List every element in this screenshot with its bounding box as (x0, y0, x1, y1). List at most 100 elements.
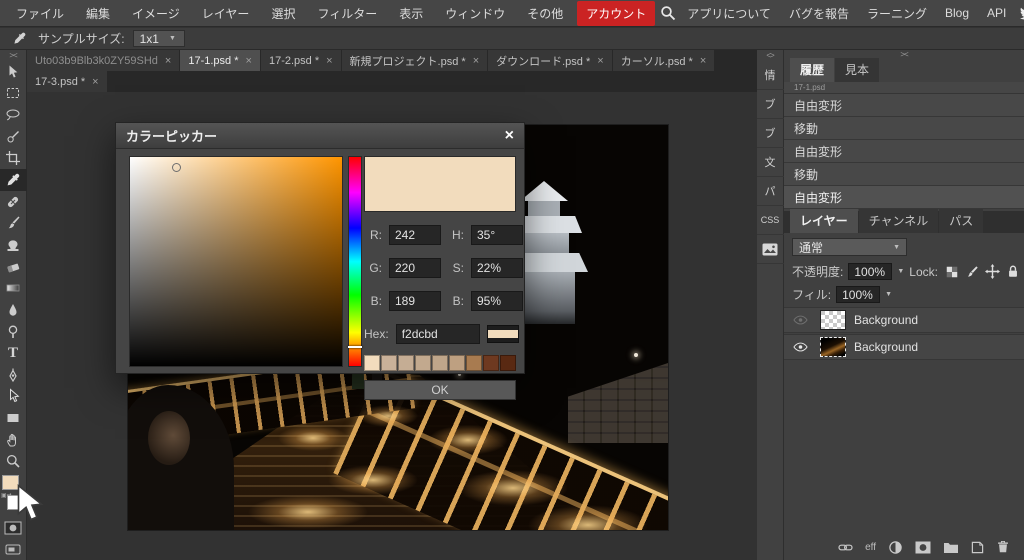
screen-mode-icon[interactable] (0, 538, 27, 560)
panel-brush-settings-tab[interactable]: ブ (757, 119, 784, 148)
close-icon[interactable]: × (92, 76, 98, 88)
recent-swatch[interactable] (381, 355, 397, 371)
menu-layer[interactable]: レイヤー (192, 1, 260, 26)
eraser-tool[interactable] (0, 256, 27, 278)
tab-layers[interactable]: レイヤー (790, 209, 858, 233)
close-icon[interactable]: × (246, 55, 252, 67)
adjustment-icon[interactable] (888, 540, 903, 555)
recent-swatch[interactable] (398, 355, 414, 371)
hex-color-swatch[interactable] (487, 325, 519, 343)
visibility-eye-icon[interactable] (788, 314, 812, 326)
saturation-input[interactable] (471, 258, 523, 278)
recent-swatch[interactable] (449, 355, 465, 371)
quick-select-tool[interactable] (0, 126, 27, 148)
panel-css-tab[interactable]: CSS (757, 206, 784, 235)
opacity-value[interactable]: 100% (848, 263, 892, 280)
layer-thumbnail-transparent[interactable] (820, 310, 846, 330)
menu-blog[interactable]: Blog (937, 2, 977, 24)
menu-view[interactable]: 表示 (389, 1, 433, 26)
zoom-tool[interactable] (0, 451, 27, 473)
layer-thumbnail-photo[interactable] (820, 337, 846, 357)
lock-all-icon[interactable] (1006, 264, 1020, 279)
chevron-down-icon[interactable]: ▼ (897, 268, 904, 275)
type-tool[interactable]: T (0, 342, 27, 364)
color-field-cursor[interactable] (172, 163, 181, 172)
brush-tool[interactable] (0, 212, 27, 234)
hue-input[interactable] (471, 225, 523, 245)
tab-paths[interactable]: パス (939, 209, 983, 233)
link-icon[interactable] (838, 541, 853, 554)
crop-tool[interactable] (0, 148, 27, 170)
recent-swatch[interactable] (364, 355, 380, 371)
history-item[interactable]: 移動 (784, 117, 1024, 140)
recent-swatch[interactable] (483, 355, 499, 371)
rectangle-tool[interactable] (0, 407, 27, 429)
visibility-eye-icon[interactable] (788, 341, 812, 353)
clone-stamp-tool[interactable] (0, 234, 27, 256)
histogram-image-icon[interactable] (757, 235, 784, 264)
brightness-input[interactable] (471, 291, 523, 311)
hue-slider-cursor[interactable] (348, 346, 362, 348)
trash-icon[interactable] (996, 540, 1010, 554)
recent-swatch[interactable] (500, 355, 516, 371)
document-tab[interactable]: ダウンロード.psd *× (488, 50, 612, 71)
menu-window[interactable]: ウィンドウ (435, 1, 515, 26)
close-icon[interactable]: × (326, 55, 332, 67)
recent-swatch[interactable] (415, 355, 431, 371)
recent-swatch[interactable] (466, 355, 482, 371)
document-tab[interactable]: Uto03b9Blb3k0ZY59SHd× (27, 50, 179, 71)
hue-slider[interactable] (348, 156, 362, 367)
close-icon[interactable]: × (165, 55, 171, 67)
new-layer-icon[interactable] (971, 541, 984, 554)
menu-edit[interactable]: 編集 (76, 1, 120, 26)
dialog-title-bar[interactable]: カラーピッカー × (116, 123, 524, 149)
tab-history[interactable]: 履歴 (790, 58, 834, 82)
menu-report-bug[interactable]: バグを報告 (781, 1, 857, 26)
hand-tool[interactable] (0, 429, 27, 451)
red-input[interactable] (389, 225, 441, 245)
green-input[interactable] (389, 258, 441, 278)
document-tab[interactable]: 17-3.psd *× (27, 71, 107, 92)
menu-select[interactable]: 選択 (261, 1, 305, 26)
twitter-icon[interactable] (1016, 2, 1024, 24)
history-item-current[interactable]: 自由変形 (784, 186, 1024, 209)
menu-file[interactable]: ファイル (6, 1, 74, 26)
toolbar-collapse-icon[interactable]: >< (9, 50, 16, 61)
menu-image[interactable]: イメージ (122, 1, 190, 26)
move-tool[interactable] (0, 61, 27, 83)
blur-tool[interactable] (0, 299, 27, 321)
pen-tool[interactable] (0, 364, 27, 386)
blend-mode-dropdown[interactable]: 通常 ▼ (792, 238, 907, 256)
document-tab-active[interactable]: 17-1.psd *× (180, 50, 260, 71)
menu-filter[interactable]: フィルター (307, 1, 387, 26)
marquee-tool[interactable] (0, 83, 27, 105)
hex-input[interactable] (396, 324, 480, 344)
blue-input[interactable] (389, 291, 441, 311)
panel-info-tab[interactable]: 情 (757, 61, 784, 90)
sample-size-dropdown[interactable]: 1x1 ▼ (133, 30, 185, 47)
close-icon[interactable]: × (505, 128, 514, 144)
effects-label[interactable]: eff (865, 542, 876, 553)
tab-swatches[interactable]: 見本 (835, 58, 879, 82)
document-tab[interactable]: 新規プロジェクト.psd *× (342, 50, 488, 71)
lasso-tool[interactable] (0, 104, 27, 126)
panel-paragraph-tab[interactable]: パ (757, 177, 784, 206)
lock-move-icon[interactable] (985, 264, 1000, 279)
strip-collapse-icon[interactable]: <> (757, 50, 783, 61)
recent-swatch[interactable] (432, 355, 448, 371)
history-item[interactable]: 自由変形 (784, 140, 1024, 163)
tab-channels[interactable]: チャンネル (859, 209, 939, 233)
layer-row[interactable]: Background (784, 307, 1024, 333)
ok-button[interactable]: OK (364, 380, 516, 400)
panel-brush-tab[interactable]: ブ (757, 90, 784, 119)
menu-api[interactable]: API (979, 2, 1014, 24)
saturation-brightness-field[interactable] (129, 156, 343, 367)
close-icon[interactable]: × (473, 55, 479, 67)
chevron-down-icon[interactable]: ▼ (885, 291, 892, 298)
lock-transparency-icon[interactable] (945, 265, 959, 279)
menu-about-app[interactable]: アプリについて (679, 1, 779, 26)
menu-account[interactable]: アカウント (577, 1, 655, 26)
lock-paint-icon[interactable] (965, 265, 979, 279)
layer-row-selected[interactable]: Background (784, 334, 1024, 360)
history-item[interactable]: 移動 (784, 163, 1024, 186)
